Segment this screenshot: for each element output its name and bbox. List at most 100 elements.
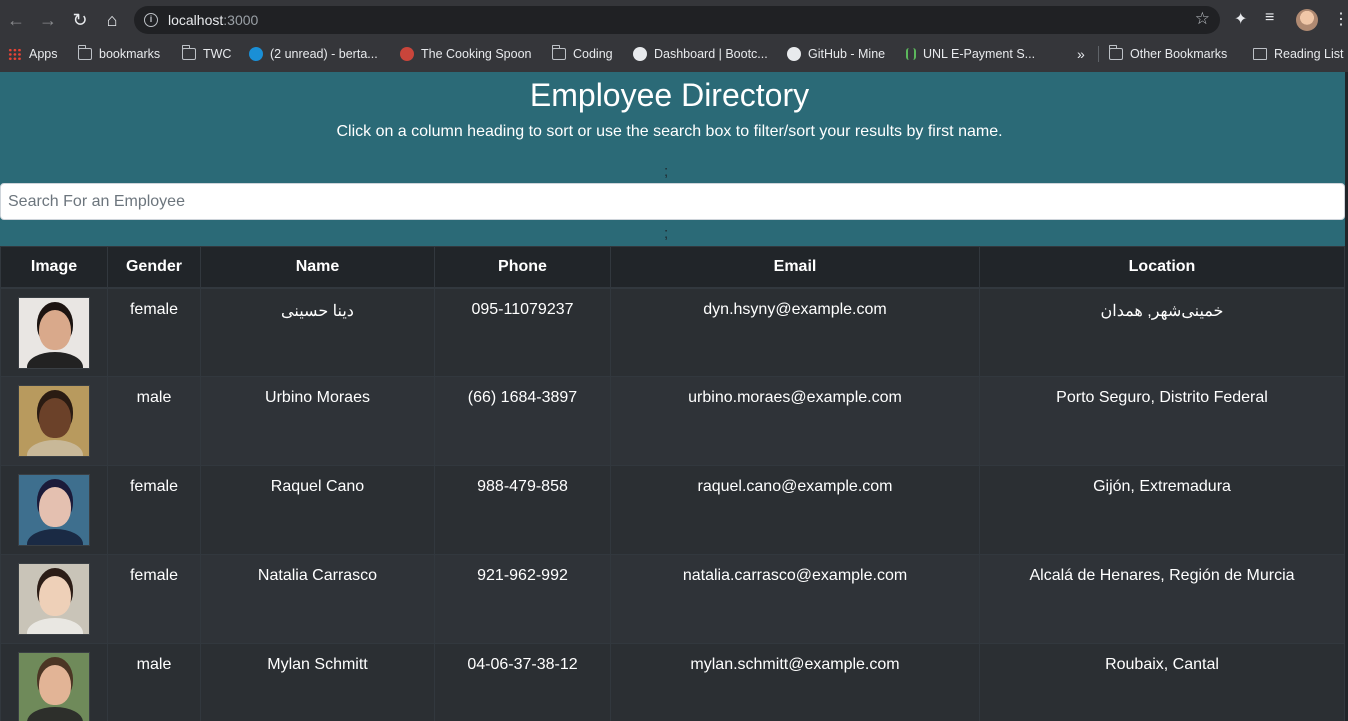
home-icon[interactable]: ⌂ [100, 8, 124, 32]
att-icon [249, 47, 263, 61]
bookmark-dashboard[interactable]: Dashboard | Bootc... [633, 46, 768, 62]
bookmark-label: Apps [29, 47, 58, 61]
bookmark-label: bookmarks [99, 47, 161, 61]
unl-icon [906, 48, 916, 60]
bookmark-apps[interactable]: Apps [8, 46, 58, 62]
location-cell: Roubaix, Cantal [979, 643, 1345, 721]
back-icon[interactable]: ← [4, 8, 28, 32]
email-cell: natalia.carrasco@example.com [610, 554, 980, 644]
bookmark-label: TWC [203, 47, 232, 61]
folder-icon [551, 45, 566, 60]
url-host: localhost [168, 12, 224, 28]
name-cell: Raquel Cano [200, 465, 435, 555]
bookmark-other[interactable]: Other Bookmarks [1108, 45, 1228, 62]
bookmark-label: The Cooking Spoon [421, 47, 532, 61]
menu-kebab-icon[interactable]: ⋮ [1333, 9, 1348, 29]
gender-cell: female [107, 554, 201, 644]
column-header-location[interactable]: Location [979, 246, 1345, 289]
bookmark-github[interactable]: GitHub - Mine [787, 46, 885, 62]
name-cell: دینا حسینی [200, 287, 435, 377]
phone-cell: 04-06-37-38-12 [434, 643, 611, 721]
spoon-icon [400, 47, 414, 61]
column-header-gender[interactable]: Gender [107, 246, 201, 289]
name-cell: Natalia Carrasco [200, 554, 435, 644]
reading-list-icon [1253, 48, 1267, 60]
forward-icon[interactable]: → [36, 8, 60, 32]
bookmarks-bar: Apps bookmarks TWC (2 unread) - berta...… [0, 40, 1348, 68]
table-row: female Natalia Carrasco 921-962-992 nata… [0, 554, 1345, 644]
email-cell: urbino.moraes@example.com [610, 376, 980, 466]
reading-list-button[interactable]: Reading List [1253, 46, 1344, 62]
gender-cell: male [107, 376, 201, 466]
image-cell [0, 376, 108, 466]
address-bar[interactable]: i localhost:3000 ☆ [134, 6, 1220, 34]
phone-cell: 921-962-992 [434, 554, 611, 644]
location-cell: Gijón, Extremadura [979, 465, 1345, 555]
info-icon[interactable]: i [144, 13, 158, 27]
table-header-row: Image Gender Name Phone Email Location [0, 246, 1345, 289]
folder-icon [1108, 45, 1123, 60]
page-title: Employee Directory [529, 77, 810, 113]
bookmark-unl-epayment[interactable]: UNL E-Payment S... [906, 46, 1035, 62]
email-cell: raquel.cano@example.com [610, 465, 980, 555]
folder-icon [77, 45, 92, 60]
bookmark-label: UNL E-Payment S... [923, 47, 1036, 61]
column-header-phone[interactable]: Phone [434, 246, 611, 289]
bookmark-label: Coding [573, 47, 613, 61]
bookmark-cooking-spoon[interactable]: The Cooking Spoon [400, 46, 532, 62]
apps-grid-icon [8, 48, 22, 60]
bookmarks-overflow-button[interactable]: » [1077, 46, 1085, 62]
image-cell [0, 554, 108, 644]
employee-photo [18, 474, 90, 546]
gender-cell: female [107, 287, 201, 377]
search-input[interactable] [0, 183, 1345, 220]
gender-cell: female [107, 465, 201, 555]
phone-cell: 988-479-858 [434, 465, 611, 555]
header-jumbotron: Employee Directory Click on a column hea… [0, 72, 1345, 246]
table-row: female دینا حسینی 095-11079237 dyn.hsyny… [0, 287, 1345, 377]
employee-photo [18, 385, 90, 457]
url-text: localhost:3000 [168, 12, 258, 28]
image-cell [0, 643, 108, 721]
bookmarks-divider [1098, 46, 1099, 62]
stray-semicolon: ; [664, 163, 669, 180]
extensions-icon[interactable]: ✦ [1234, 9, 1247, 29]
image-cell [0, 287, 108, 377]
bookmark-att-mail[interactable]: (2 unread) - berta... [249, 46, 378, 62]
media-queue-icon[interactable]: ≡ [1265, 9, 1274, 27]
column-header-name[interactable]: Name [200, 246, 435, 289]
reload-icon[interactable]: ↻ [68, 8, 92, 32]
bookmark-label: (2 unread) - berta... [270, 47, 378, 61]
bookmark-star-icon[interactable]: ☆ [1195, 9, 1210, 29]
name-cell: Urbino Moraes [200, 376, 435, 466]
folder-icon [181, 45, 196, 60]
employee-photo [18, 563, 90, 635]
reading-list-label: Reading List [1274, 47, 1344, 61]
bookmark-folder-twc[interactable]: TWC [181, 45, 232, 62]
profile-avatar[interactable] [1296, 9, 1318, 31]
column-header-email[interactable]: Email [610, 246, 980, 289]
table-row: male Mylan Schmitt 04-06-37-38-12 mylan.… [0, 643, 1345, 721]
location-cell: Alcalá de Henares, Región de Murcia [979, 554, 1345, 644]
page: Employee Directory Click on a column hea… [0, 72, 1345, 721]
bookmark-folder-coding[interactable]: Coding [551, 45, 613, 62]
phone-cell: 095-11079237 [434, 287, 611, 377]
bookmark-label: Dashboard | Bootc... [654, 47, 768, 61]
table-body: female دینا حسینی 095-11079237 dyn.hsyny… [0, 287, 1345, 721]
column-header-image[interactable]: Image [0, 246, 108, 289]
bookmark-folder-bookmarks[interactable]: bookmarks [77, 45, 161, 62]
employee-table: Image Gender Name Phone Email Location f… [0, 246, 1345, 721]
location-cell: Porto Seguro, Distrito Federal [979, 376, 1345, 466]
location-cell: خمینی‌شهر, همدان [979, 287, 1345, 377]
employee-photo [18, 652, 90, 721]
email-cell: mylan.schmitt@example.com [610, 643, 980, 721]
table-row: male Urbino Moraes (66) 1684-3897 urbino… [0, 376, 1345, 466]
image-cell [0, 465, 108, 555]
bookmark-label: Other Bookmarks [1130, 47, 1228, 61]
stray-semicolon: ; [664, 225, 669, 242]
gender-cell: male [107, 643, 201, 721]
page-subtitle: Click on a column heading to sort or use… [336, 123, 1003, 140]
github-icon [787, 47, 801, 61]
browser-chrome: ← → ↻ ⌂ i localhost:3000 ☆ ✦ ≡ ⋮ Apps bo… [0, 0, 1348, 72]
bookmark-label: GitHub - Mine [808, 47, 886, 61]
